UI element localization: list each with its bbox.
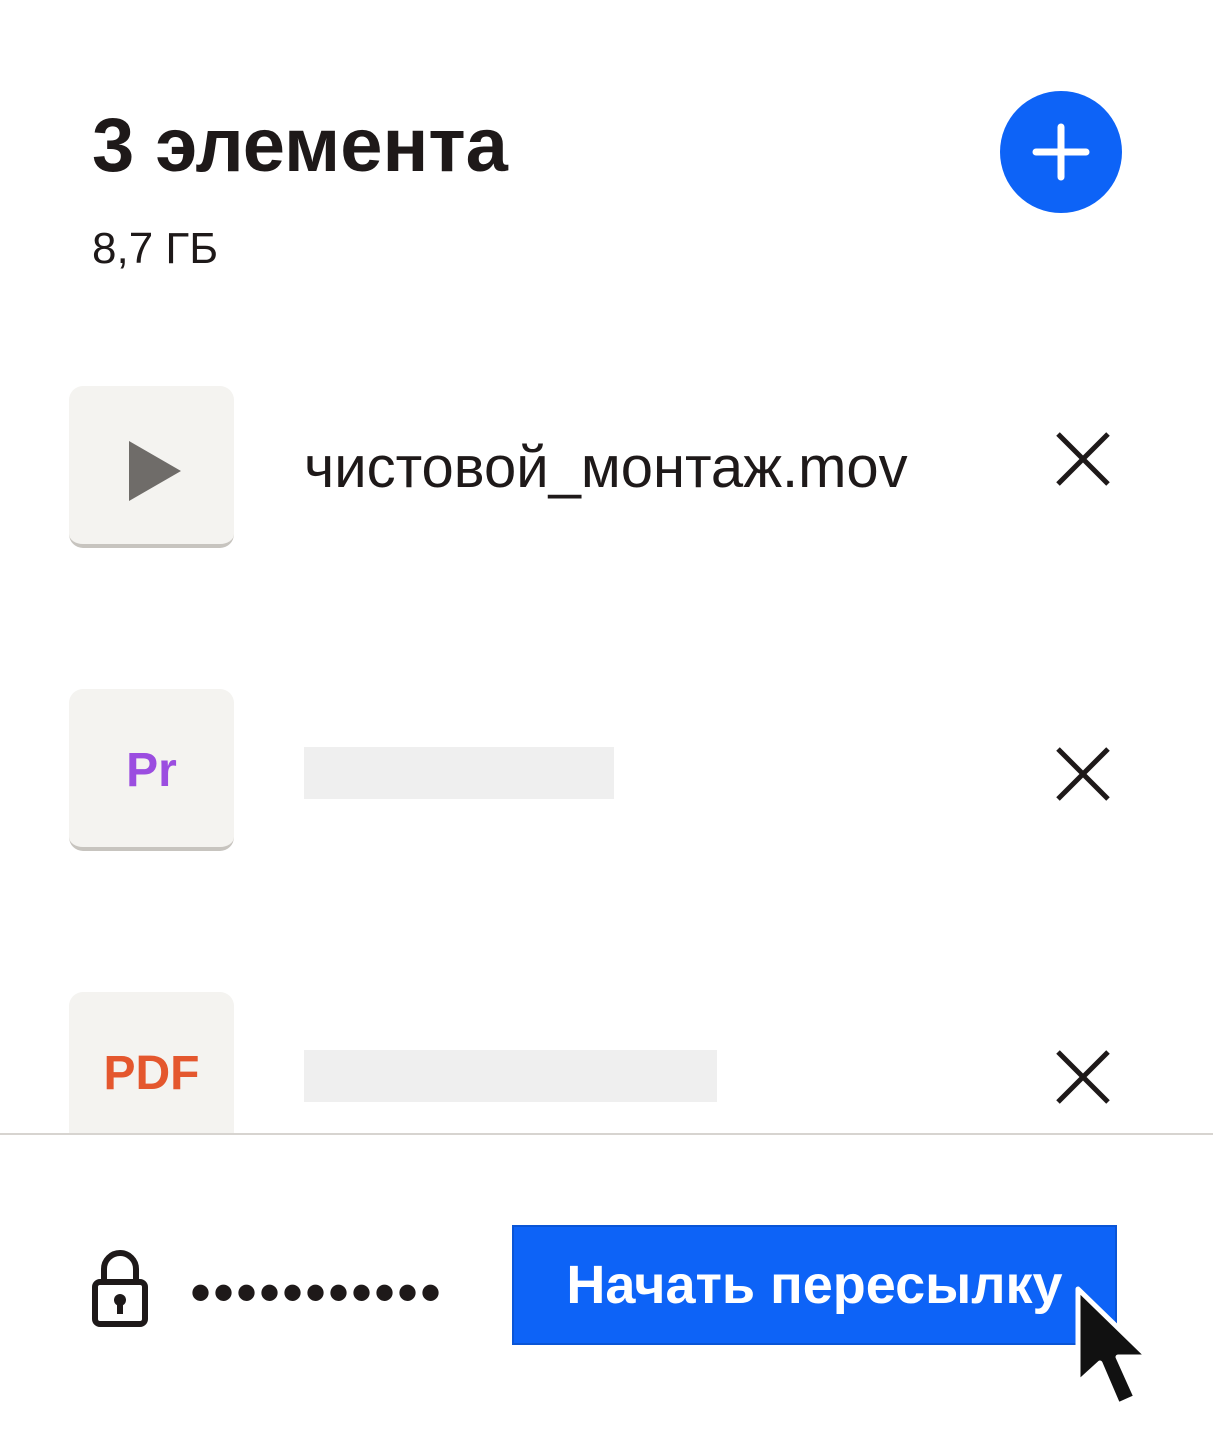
password-field[interactable]: •••••••••••	[190, 1263, 443, 1323]
mouse-cursor-icon	[1075, 1286, 1151, 1408]
file-thumbnail: PDF	[69, 992, 234, 1154]
pdf-icon: PDF	[103, 1047, 200, 1100]
page-title: 3 элемента	[92, 103, 508, 188]
start-transfer-label: Начать пересылку	[566, 1255, 1063, 1315]
file-row: чистовой_монтаж.mov	[0, 386, 1213, 556]
add-files-button[interactable]	[1000, 91, 1122, 213]
lock-icon	[92, 1250, 148, 1327]
close-icon[interactable]	[1054, 745, 1112, 803]
plus-icon	[1032, 123, 1090, 181]
file-name-placeholder	[304, 747, 614, 799]
file-thumbnail	[69, 386, 234, 548]
total-size: 8,7 ГБ	[92, 224, 219, 273]
close-icon[interactable]	[1054, 1048, 1112, 1106]
premiere-icon: Pr	[126, 744, 177, 797]
transfer-footer: ••••••••••• Начать пересылку	[0, 1133, 1213, 1442]
file-name-placeholder	[304, 1050, 717, 1102]
file-thumbnail: Pr	[69, 689, 234, 851]
file-name: чистовой_монтаж.mov	[304, 435, 908, 500]
play-icon	[129, 441, 181, 501]
file-row: Pr	[0, 689, 1213, 859]
start-transfer-button[interactable]: Начать пересылку	[512, 1225, 1117, 1345]
close-icon[interactable]	[1054, 430, 1112, 488]
